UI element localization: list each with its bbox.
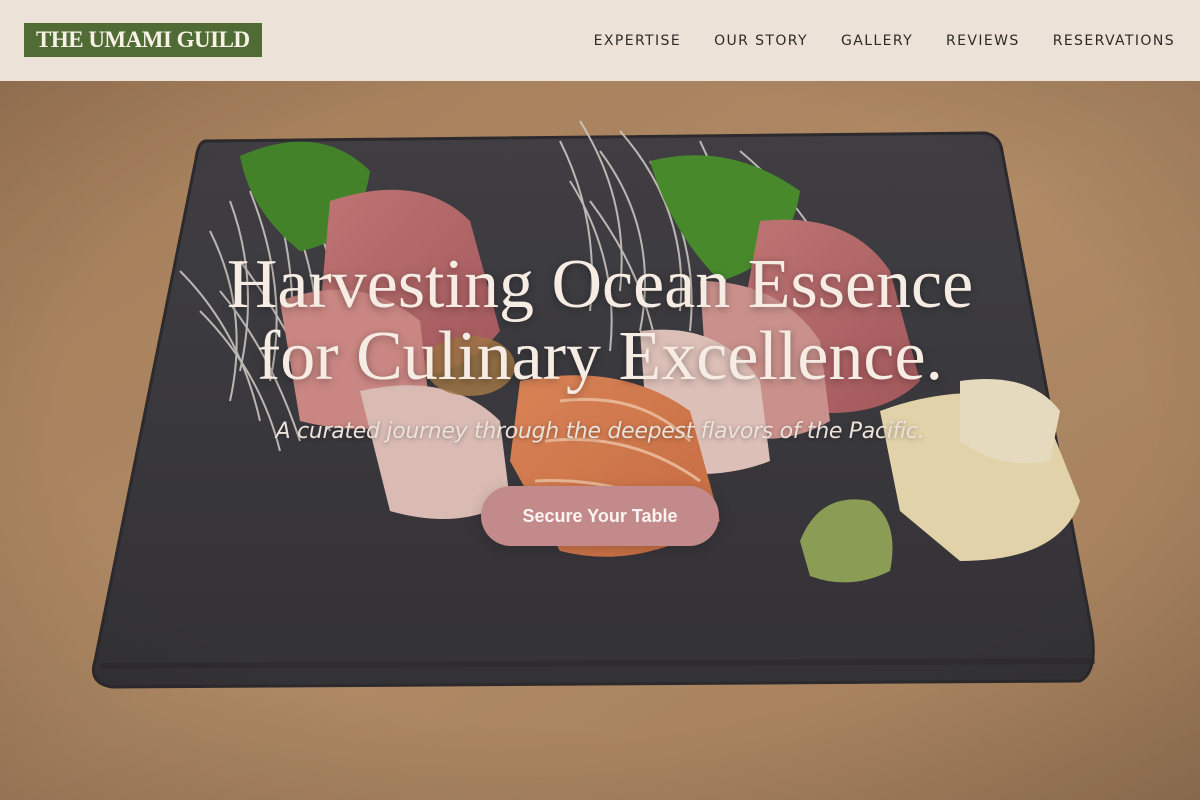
hero-title: Harvesting Ocean Essence for Culinary Ex… (120, 249, 1080, 393)
reserve-table-button[interactable]: Secure Your Table (481, 486, 719, 546)
hero-title-line-1: Harvesting Ocean Essence (226, 246, 974, 323)
site-header: THE UMAMI GUILD EXPERTISE OUR STORY GALL… (0, 0, 1200, 81)
nav-link-reviews[interactable]: REVIEWS (946, 33, 1020, 49)
hero-content: Harvesting Ocean Essence for Culinary Ex… (0, 81, 1200, 800)
brand-logo[interactable]: THE UMAMI GUILD (24, 23, 262, 57)
hero-section: Harvesting Ocean Essence for Culinary Ex… (0, 81, 1200, 800)
nav-link-our-story[interactable]: OUR STORY (714, 33, 808, 49)
nav-link-gallery[interactable]: GALLERY (841, 33, 913, 49)
hero-subtitle: A curated journey through the deepest fl… (275, 419, 925, 444)
main-nav: EXPERTISE OUR STORY GALLERY REVIEWS RESE… (594, 0, 1175, 81)
nav-link-expertise[interactable]: EXPERTISE (594, 33, 681, 49)
hero-title-line-2: for Culinary Excellence. (256, 318, 944, 395)
nav-link-reservations[interactable]: RESERVATIONS (1053, 33, 1175, 49)
